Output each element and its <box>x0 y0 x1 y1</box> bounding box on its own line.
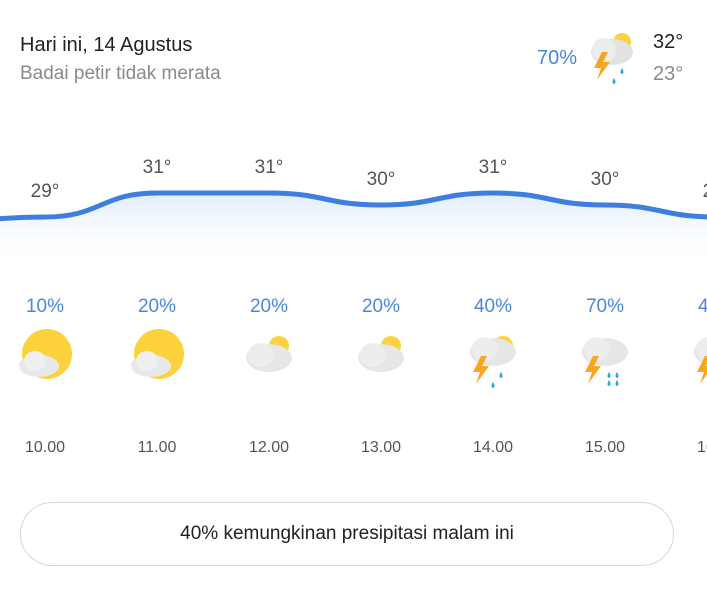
hourly-time: 11.00 <box>137 439 177 456</box>
precipitation-summary-button[interactable]: 40% kemungkinan presipitasi malam ini <box>20 502 674 566</box>
today-condition: Badai petir tidak merata <box>20 63 221 84</box>
hourly-item: 20% 13.00 <box>336 296 426 466</box>
today-low-temp: 23° <box>653 63 684 85</box>
hourly-temperature: 30° <box>591 169 620 190</box>
thunderstorm-heavy-icon <box>575 328 635 388</box>
hourly-temperature-curve: 29° 31° 31° 30° 31° 30° 29° <box>0 157 707 270</box>
hourly-item: 70% 15.00 <box>560 296 650 466</box>
hourly-precip-chance: 40% <box>697 296 707 317</box>
cloud-sun-icon <box>239 328 299 388</box>
thunderstorm-icon <box>687 328 707 388</box>
hourly-item: 20% 11.00 <box>112 296 202 466</box>
hourly-precip-chance: 20% <box>137 296 177 317</box>
sun-cloud-icon <box>15 328 75 388</box>
hourly-temperature: 31° <box>143 157 172 178</box>
cloud-sun-icon <box>351 328 411 388</box>
thunderstorm-icon <box>463 328 523 388</box>
hourly-temperature: 31° <box>255 157 284 178</box>
hourly-item: 40% 16.00 <box>672 296 707 466</box>
hourly-item: 40% 14.00 <box>448 296 538 466</box>
hourly-temperature: 29° <box>31 181 60 202</box>
today-high-temp: 32° <box>653 31 684 53</box>
hourly-time: 10.00 <box>24 439 66 456</box>
hourly-precip-chance: 20% <box>249 296 289 317</box>
sun-cloud-icon <box>127 328 187 388</box>
hourly-temperature: 30° <box>367 169 396 190</box>
hourly-time: 12.00 <box>248 439 290 456</box>
hourly-time: 13.00 <box>360 439 402 456</box>
hourly-temperature: 29° <box>703 181 707 202</box>
thunderstorm-rain-sun-icon <box>591 33 633 84</box>
hourly-temperature: 31° <box>479 157 508 178</box>
hourly-item: 20% 12.00 <box>224 296 314 466</box>
hourly-item: 10% 10.00 <box>0 296 90 466</box>
precipitation-summary-text: 40% kemungkinan presipitasi malam ini <box>180 523 514 544</box>
hourly-time: 16.00 <box>696 439 707 456</box>
hourly-precip-chance: 20% <box>361 296 401 317</box>
hourly-precip-chance: 40% <box>473 296 513 317</box>
hourly-time: 15.00 <box>584 439 626 456</box>
today-date: Hari ini, 14 Agustus <box>20 34 193 56</box>
hourly-precip-chance: 10% <box>25 296 65 317</box>
hourly-precip-chance: 70% <box>585 296 625 317</box>
hourly-time: 14.00 <box>472 439 514 456</box>
today-precip-chance: 70% <box>537 47 578 69</box>
